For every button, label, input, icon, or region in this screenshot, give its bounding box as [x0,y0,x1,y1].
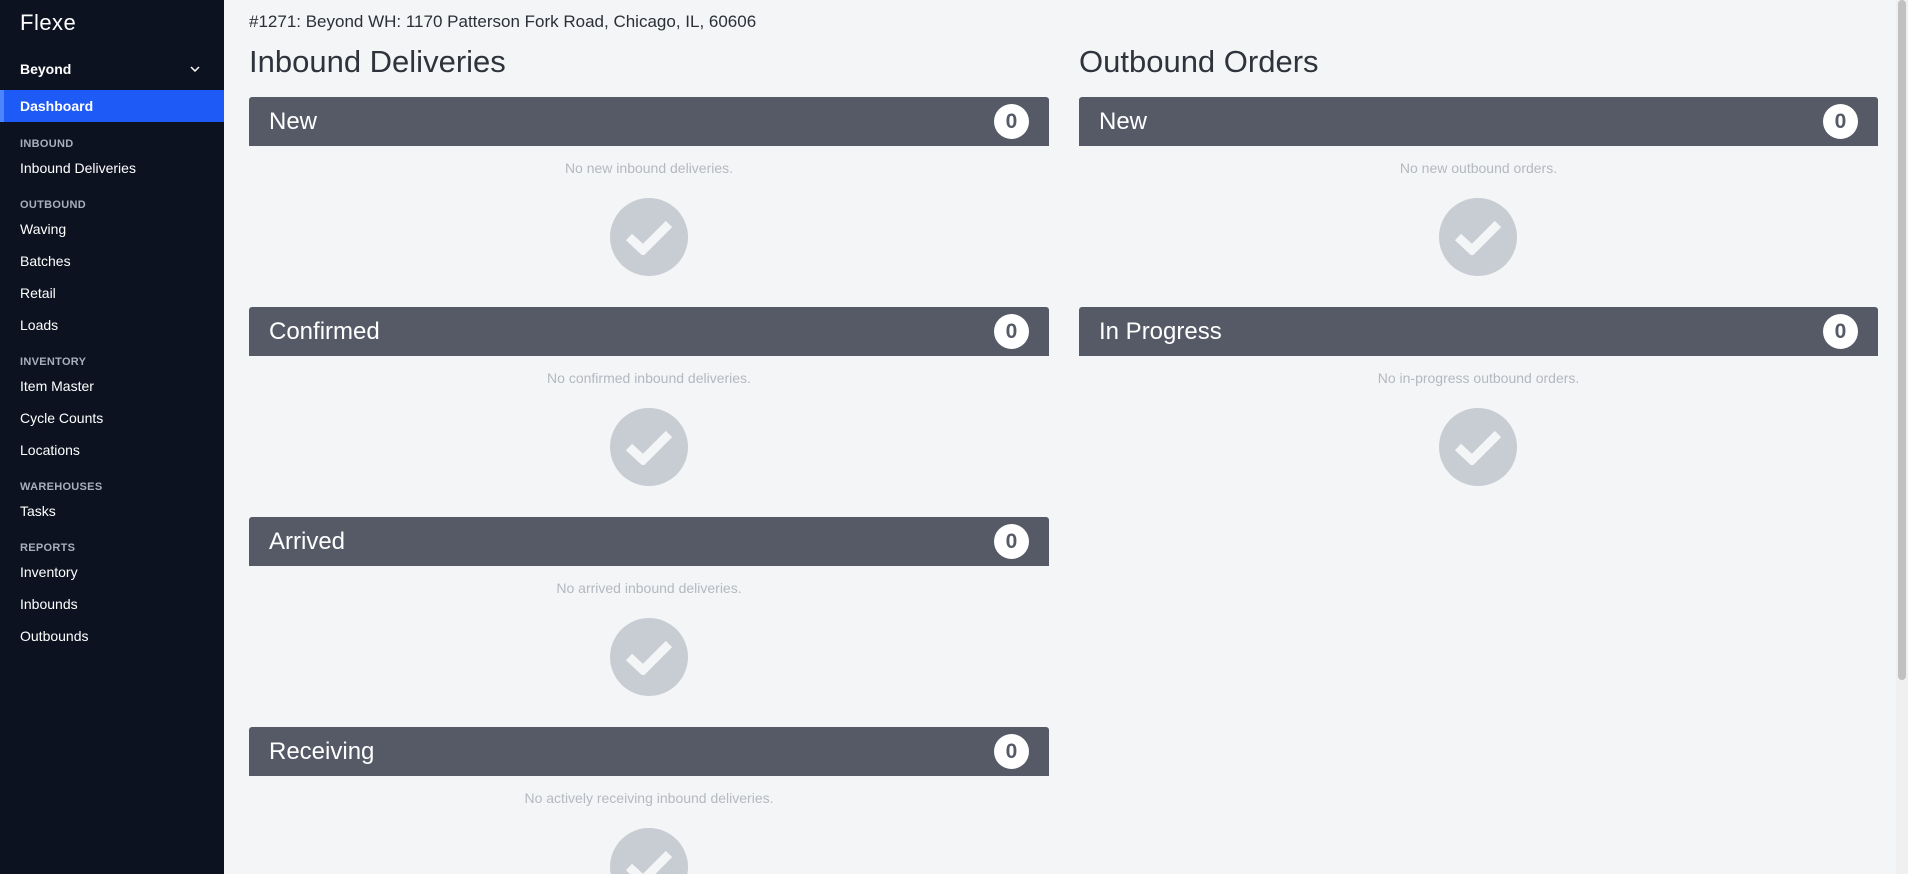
empty-message: No actively receiving inbound deliveries… [524,790,774,806]
panel-title: New [269,107,318,135]
empty-message: No arrived inbound deliveries. [556,580,742,596]
section-header-reports: REPORTS [20,542,76,554]
scrollbar-thumb[interactable] [1898,0,1906,680]
count-badge: 0 [1823,314,1858,349]
page-scrollbar[interactable] [1896,0,1908,874]
sidebar-item-retail[interactable]: Retail [20,285,56,301]
count-badge: 0 [1823,104,1858,139]
sidebar-item-outbounds-report[interactable]: Outbounds [20,628,89,644]
checkmark-icon [610,618,688,696]
checkmark-icon [610,828,688,874]
sidebar-item-inventory-report[interactable]: Inventory [20,564,78,580]
sidebar-item-tasks[interactable]: Tasks [20,503,56,519]
sidebar-item-inbounds-report[interactable]: Inbounds [20,596,78,612]
panel-title: Confirmed [269,317,380,345]
outbound-new-header[interactable]: New 0 [1079,97,1878,146]
panel-title: New [1099,107,1148,135]
sidebar-item-cycle-counts[interactable]: Cycle Counts [20,410,103,426]
count-badge: 0 [994,524,1029,559]
section-header-warehouses: WAREHOUSES [20,481,103,493]
org-selector-label: Beyond [20,61,72,77]
sidebar: Flexe Beyond Dashboard INBOUND Inbound D… [0,0,224,874]
outbound-column-title: Outbound Orders [1079,44,1319,79]
page-heading: #1271: Beyond WH: 1170 Patterson Fork Ro… [249,12,757,31]
app: Flexe Beyond Dashboard INBOUND Inbound D… [0,0,1908,874]
flexe-logo[interactable]: Flexe [20,10,76,36]
checkmark-icon [1439,408,1517,486]
section-header-inventory: INVENTORY [20,356,87,368]
inbound-column-title: Inbound Deliveries [249,44,506,79]
count-badge: 0 [994,734,1029,769]
checkmark-icon [1439,198,1517,276]
chevron-down-icon [190,66,200,73]
checkmark-icon [610,198,688,276]
empty-message: No new outbound orders. [1399,160,1558,176]
org-selector[interactable]: Beyond [20,58,202,80]
sidebar-item-dashboard[interactable]: Dashboard [0,90,224,122]
checkmark-icon [610,408,688,486]
sidebar-item-waving[interactable]: Waving [20,221,66,237]
panel-title: Receiving [269,737,375,765]
inbound-new-header[interactable]: New 0 [249,97,1049,146]
count-badge: 0 [994,314,1029,349]
sidebar-item-locations[interactable]: Locations [20,442,80,458]
empty-message: No new inbound deliveries. [564,160,734,176]
sidebar-item-item-master[interactable]: Item Master [20,378,94,394]
inbound-confirmed-header[interactable]: Confirmed 0 [249,307,1049,356]
sidebar-item-inbound-deliveries[interactable]: Inbound Deliveries [20,160,136,176]
inbound-receiving-header[interactable]: Receiving 0 [249,727,1049,776]
section-header-inbound: INBOUND [20,138,74,150]
sidebar-item-batches[interactable]: Batches [20,253,71,269]
panel-title: Arrived [269,527,346,555]
empty-message: No confirmed inbound deliveries. [547,370,751,386]
outbound-in-progress-header[interactable]: In Progress 0 [1079,307,1878,356]
panel-title: In Progress [1099,317,1222,345]
count-badge: 0 [994,104,1029,139]
inbound-arrived-header[interactable]: Arrived 0 [249,517,1049,566]
sidebar-item-loads[interactable]: Loads [20,317,58,333]
sidebar-item-label: Dashboard [20,98,94,114]
empty-message: No in-progress outbound orders. [1377,370,1580,386]
section-header-outbound: OUTBOUND [20,199,86,211]
